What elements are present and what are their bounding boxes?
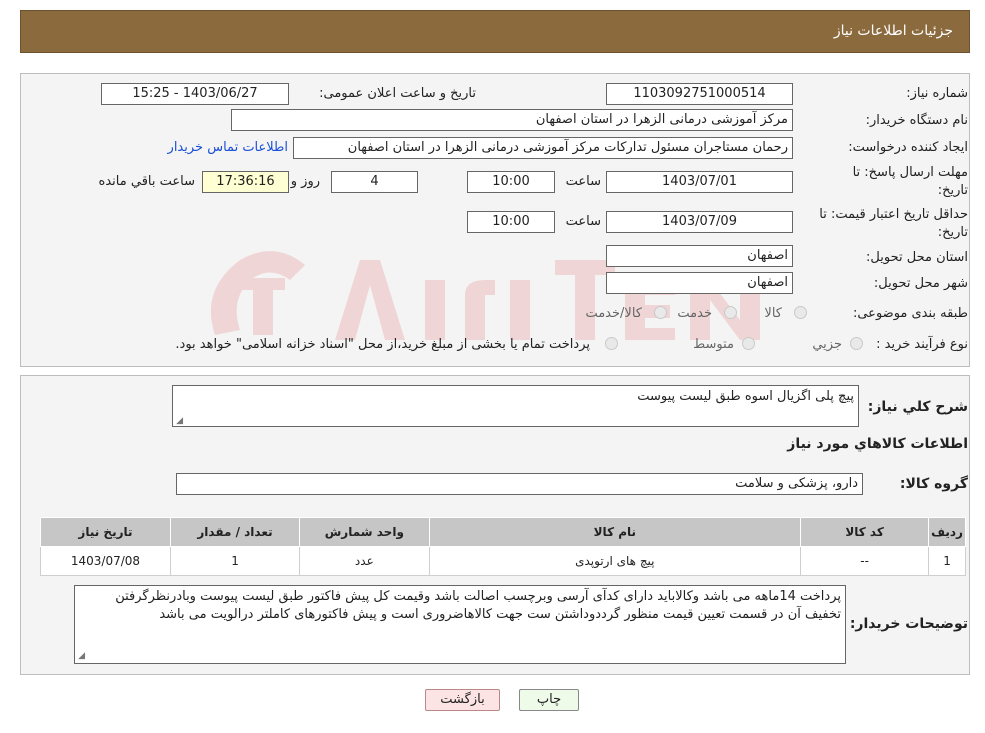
process-option-medium: متوسط [693, 337, 734, 352]
validity-label: حداقل تاریخ اعتبار قیمت: تا [819, 207, 968, 222]
cell-unit: عدد [299, 546, 430, 576]
province-label: استان محل تحویل: [866, 250, 968, 265]
category-radio-goods[interactable] [794, 306, 807, 319]
goods-group-label: گروه کالا: [899, 476, 968, 492]
validity-label-date: تاریخ: [937, 225, 968, 240]
buyer-notes-label: توضیحات خریدار: [849, 616, 968, 632]
process-option-minor: جزیي [812, 337, 842, 352]
need-number-label: شماره نیاز: [906, 86, 968, 101]
category-radio-service[interactable] [724, 306, 737, 319]
col-quantity: تعداد / مقدار [169, 517, 301, 547]
goods-table-header: رديف کد کالا نام کالا واحد شمارش تعداد /… [40, 517, 966, 547]
goods-info-title: اطلاعات کالاهاي مورد نياز [787, 436, 968, 452]
cell-row-number: 1 [928, 546, 966, 576]
cell-need-date: 1403/07/08 [40, 546, 171, 576]
process-radio-minor[interactable] [850, 337, 863, 350]
category-option-goods: کالا [764, 306, 782, 321]
announce-label: تاریخ و ساعت اعلان عمومی: [319, 86, 476, 101]
validity-time-field: 10:00 [467, 211, 555, 233]
deadline-label-date: تاریخ: [937, 183, 968, 198]
cell-goods-code: -- [800, 546, 930, 576]
buyer-notes-resize-handle[interactable]: ◢ [77, 652, 85, 661]
remaining-label: ساعت باقي مانده [98, 174, 195, 189]
col-goods-code: کد کالا [800, 517, 930, 547]
buyer-label: نام دستگاه خریدار: [865, 113, 968, 128]
cell-quantity: 1 [169, 546, 301, 576]
col-goods-name: نام کالا [428, 517, 802, 547]
col-need-date: تاریخ نیاز [40, 517, 171, 547]
deadline-label: مهلت ارسال پاسخ: تا [852, 165, 968, 180]
creator-label: ایجاد کننده درخواست: [848, 140, 968, 155]
province-field: اصفهان [606, 245, 793, 267]
print-button[interactable]: چاپ [519, 689, 579, 711]
description-field: پیچ پلی اگزیال اسوه طبق لیست پیوست [172, 385, 859, 427]
creator-field: رحمان مستاجران مسئول تدارکات مرکز آموزشی… [293, 137, 793, 159]
remaining-time-field: 17:36:16 [202, 171, 289, 193]
category-option-service: خدمت [677, 306, 712, 321]
page-title: جزئیات اطلاعات نیاز [833, 23, 953, 39]
cell-goods-name: پیچ های ارتوپدی [428, 546, 802, 576]
description-resize-handle[interactable]: ◢ [175, 417, 183, 426]
need-number-field: 1103092751000514 [606, 83, 793, 105]
process-note: پرداخت تمام یا بخشی از مبلغ خرید،از محل … [175, 337, 590, 352]
deadline-time-label: ساعت [565, 174, 601, 189]
deadline-date-field: 1403/07/01 [606, 171, 793, 193]
category-radio-goods-service[interactable] [654, 306, 667, 319]
buyer-field: مرکز آموزشی درمانی الزهرا در استان اصفها… [231, 109, 793, 131]
col-unit: واحد شمارش [299, 517, 430, 547]
announce-field: 1403/06/27 - 15:25 [101, 83, 289, 105]
goods-table: رديف کد کالا نام کالا واحد شمارش تعداد /… [40, 517, 966, 576]
days-label: روز و [290, 174, 320, 189]
description-label: شرح کلي نياز: [867, 399, 968, 415]
back-button[interactable]: بازگشت [425, 689, 500, 711]
validity-date-field: 1403/07/09 [606, 211, 793, 233]
process-label: نوع فرآیند خرید : [876, 337, 968, 352]
treasury-checkbox[interactable] [605, 337, 618, 350]
days-field: 4 [331, 171, 418, 193]
category-label: طبقه بندی موضوعی: [852, 306, 968, 321]
deadline-time-field: 10:00 [467, 171, 555, 193]
buyer-contact-link[interactable]: اطلاعات تماس خریدار [168, 140, 288, 155]
city-label: شهر محل تحویل: [873, 276, 968, 291]
table-row: 1 -- پیچ های ارتوپدی عدد 1 1403/07/08 [40, 546, 966, 576]
goods-group-field: دارو، پزشکی و سلامت [176, 473, 863, 495]
process-radio-medium[interactable] [742, 337, 755, 350]
category-option-goods-service: کالا/خدمت [585, 306, 642, 321]
buyer-notes-field: پرداخت 14ماهه می باشد وکالاباید دارای کد… [74, 585, 846, 664]
city-field: اصفهان [606, 272, 793, 294]
col-row-number: رديف [928, 517, 966, 547]
validity-time-label: ساعت [565, 214, 601, 229]
page-header: جزئیات اطلاعات نیاز [20, 10, 970, 53]
